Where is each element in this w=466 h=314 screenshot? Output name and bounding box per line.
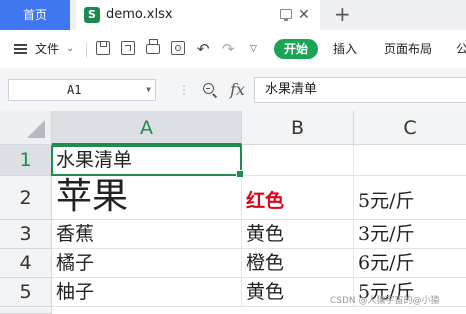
- undo-icon[interactable]: ↶: [197, 30, 210, 68]
- add-tab-icon[interactable]: +: [334, 0, 351, 28]
- cell-selection-a1: [51, 145, 244, 178]
- more-tools-chevron-icon[interactable]: ▽: [250, 30, 257, 68]
- tab-insert[interactable]: 插入: [333, 30, 357, 68]
- file-menu-button[interactable]: 文件: [35, 30, 59, 68]
- row-header-5[interactable]: 5: [0, 278, 52, 307]
- tab-bar: 首页 S demo.xlsx ✕ +: [0, 0, 466, 30]
- column-header-b[interactable]: B: [242, 111, 354, 145]
- fill-handle[interactable]: [236, 170, 244, 178]
- row-header-2[interactable]: 2: [0, 176, 52, 220]
- spreadsheet-icon: S: [84, 7, 100, 23]
- column-header-a[interactable]: A: [52, 111, 242, 145]
- tab-document-name: demo.xlsx: [106, 7, 173, 22]
- select-all-corner[interactable]: [0, 111, 52, 145]
- close-tab-icon[interactable]: ✕: [298, 0, 310, 30]
- print-icon[interactable]: [146, 39, 160, 54]
- save-icon[interactable]: [96, 41, 110, 55]
- cell-b4[interactable]: 橙色: [242, 249, 354, 278]
- cell-c2[interactable]: 5元/斤: [354, 176, 466, 220]
- redo-icon[interactable]: ↷: [222, 30, 235, 68]
- tab-home[interactable]: 首页: [0, 0, 70, 30]
- chevron-down-icon[interactable]: ▼: [146, 80, 151, 100]
- name-box-value: A1: [67, 83, 82, 97]
- row-header-1[interactable]: 1: [0, 145, 52, 176]
- export-icon[interactable]: [121, 41, 135, 55]
- row-header-6[interactable]: [0, 307, 52, 314]
- cell-b2[interactable]: 红色: [242, 176, 354, 220]
- cell-a2[interactable]: 苹果: [52, 176, 242, 220]
- cell-a3[interactable]: 香蕉: [52, 220, 242, 249]
- cell-b3[interactable]: 黄色: [242, 220, 354, 249]
- toolbar: 文件 ⌄ ↶ ↷ ▽ 开始 插入 页面布局 公: [0, 30, 466, 68]
- row-header-3[interactable]: 3: [0, 220, 52, 249]
- tab-start[interactable]: 开始: [274, 39, 318, 59]
- column-header-c[interactable]: C: [354, 111, 466, 145]
- cell-a4[interactable]: 橘子: [52, 249, 242, 278]
- window-monitor-icon[interactable]: [280, 9, 292, 21]
- print-preview-icon[interactable]: [171, 41, 185, 55]
- row-header-4[interactable]: 4: [0, 249, 52, 278]
- name-box[interactable]: A1 ▼: [8, 79, 156, 101]
- watermark: CSDN @人猿宇宙的@小猿: [330, 296, 440, 306]
- cell-a5[interactable]: 柚子: [52, 278, 242, 307]
- hamburger-menu-icon[interactable]: [14, 44, 27, 54]
- tab-page-layout[interactable]: 页面布局: [384, 30, 432, 68]
- cell-c4[interactable]: 6元/斤: [354, 249, 466, 278]
- spreadsheet-grid: A B C 1 水果清单 2 苹果 红色 5元/斤 3 香蕉 黄色 3元/斤 4…: [0, 111, 466, 314]
- divider: [86, 42, 87, 58]
- cell-c1[interactable]: [354, 145, 466, 176]
- tab-document[interactable]: S demo.xlsx ✕: [76, 0, 320, 30]
- formula-bar: A1 ▼ ⋮ fx 水果清单: [0, 68, 466, 111]
- zoom-out-icon[interactable]: [203, 83, 214, 94]
- formula-input[interactable]: 水果清单: [254, 77, 466, 103]
- chevron-down-icon[interactable]: ⌄: [66, 30, 74, 68]
- insert-function-icon[interactable]: fx: [230, 68, 245, 111]
- tab-formulas[interactable]: 公: [456, 30, 466, 68]
- cell-b1[interactable]: [242, 145, 354, 176]
- cell-c3[interactable]: 3元/斤: [354, 220, 466, 249]
- drag-handle-icon[interactable]: ⋮: [178, 84, 190, 96]
